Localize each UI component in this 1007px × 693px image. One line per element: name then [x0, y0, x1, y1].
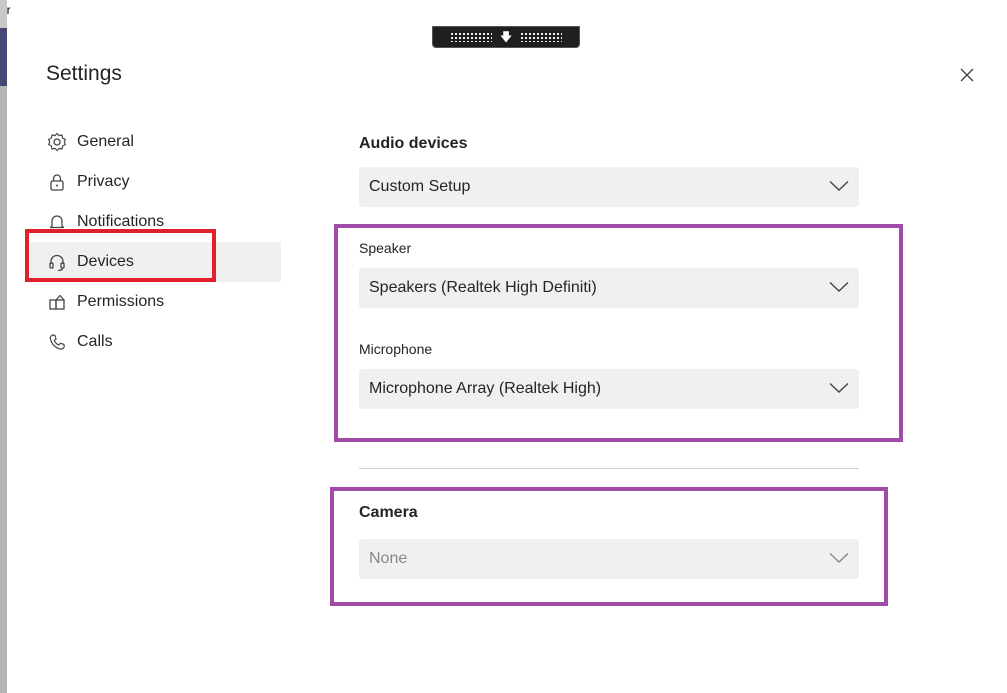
microphone-label: Microphone	[359, 341, 433, 357]
dropdown-value: Custom Setup	[369, 178, 471, 195]
microphone-dropdown[interactable]: Microphone Array (Realtek High)	[359, 369, 859, 409]
sidebar-item-calls[interactable]: Calls	[30, 322, 281, 362]
sidebar-item-permissions[interactable]: Permissions	[30, 282, 281, 322]
sidebar-item-label: Permissions	[77, 293, 165, 310]
audio-devices-heading: Audio devices	[359, 135, 468, 152]
audio-devices-dropdown[interactable]: Custom Setup	[359, 167, 859, 207]
sidebar-item-privacy[interactable]: Privacy	[30, 162, 281, 202]
sidebar-item-devices[interactable]: Devices	[30, 242, 281, 282]
chevron-down-icon	[829, 281, 849, 292]
bell-icon	[46, 211, 68, 233]
lock-icon	[46, 171, 68, 193]
sidebar-item-label: General	[77, 133, 134, 150]
sidebar-item-label: Devices	[77, 253, 134, 270]
background-app-top: er	[0, 0, 1007, 28]
camera-heading: Camera	[359, 504, 418, 521]
section-divider	[359, 468, 859, 469]
camera-dropdown[interactable]: None	[359, 539, 859, 579]
dock-handle[interactable]: 🡇	[432, 26, 580, 48]
sidebar-item-general[interactable]: General	[30, 122, 281, 162]
sidebar-item-label: Calls	[77, 333, 113, 350]
close-button[interactable]	[954, 62, 980, 88]
grip-dots-icon	[449, 32, 492, 42]
permissions-icon	[46, 291, 68, 313]
dialog-title: Settings	[46, 62, 122, 85]
phone-icon	[46, 331, 68, 353]
chevron-down-icon	[829, 552, 849, 563]
sidebar-item-label: Privacy	[77, 173, 130, 190]
close-icon	[960, 68, 974, 82]
arrow-down-icon: 🡇	[499, 30, 513, 44]
sidebar-item-notifications[interactable]: Notifications	[30, 202, 281, 242]
sidebar-item-label: Notifications	[77, 213, 165, 230]
headset-icon	[46, 251, 68, 273]
chevron-down-icon	[829, 382, 849, 393]
speaker-label: Speaker	[359, 240, 412, 256]
background-app-strip	[0, 0, 7, 693]
chevron-down-icon	[829, 180, 849, 191]
dropdown-value: Speakers (Realtek High Definiti)	[369, 279, 597, 296]
dropdown-value: Microphone Array (Realtek High)	[369, 380, 602, 397]
gear-icon	[46, 131, 68, 153]
speaker-dropdown[interactable]: Speakers (Realtek High Definiti)	[359, 268, 859, 308]
grip-dots-icon	[520, 32, 563, 42]
dropdown-value: None	[369, 550, 408, 567]
